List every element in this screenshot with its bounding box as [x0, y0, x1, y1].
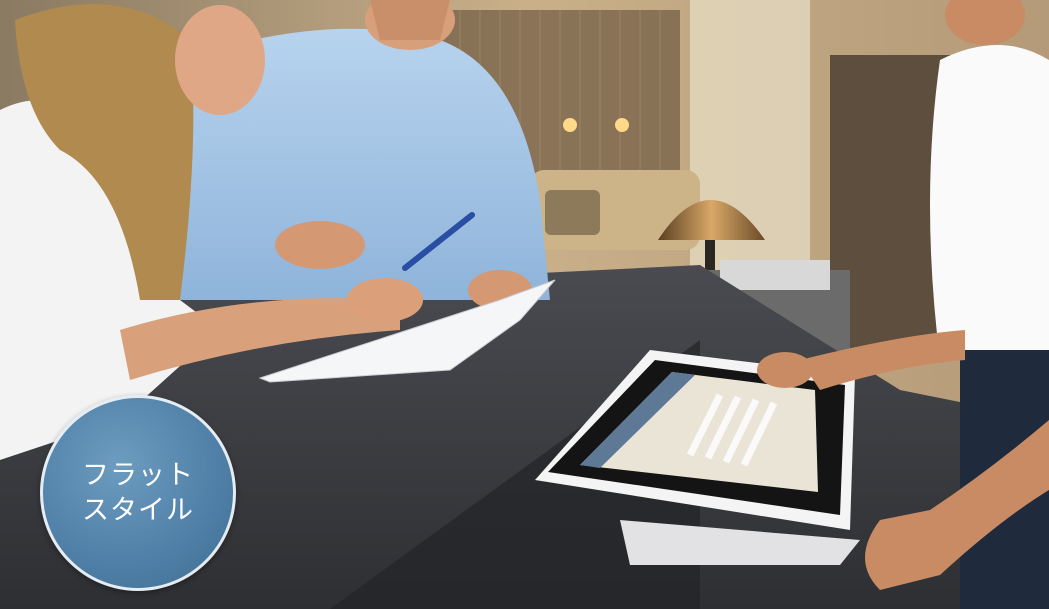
- flat-style-badge: フラット スタイル: [40, 395, 236, 591]
- woman-face: [175, 5, 265, 115]
- man-hand: [275, 221, 365, 269]
- photo-scene: フラット スタイル: [0, 0, 1049, 609]
- staff-hand: [757, 352, 813, 388]
- staff-shirt: [930, 45, 1049, 360]
- badge-line-2: スタイル: [82, 495, 194, 526]
- wall-light: [563, 118, 577, 132]
- woman-hand: [347, 278, 423, 322]
- badge-line-1: フラット: [82, 460, 194, 491]
